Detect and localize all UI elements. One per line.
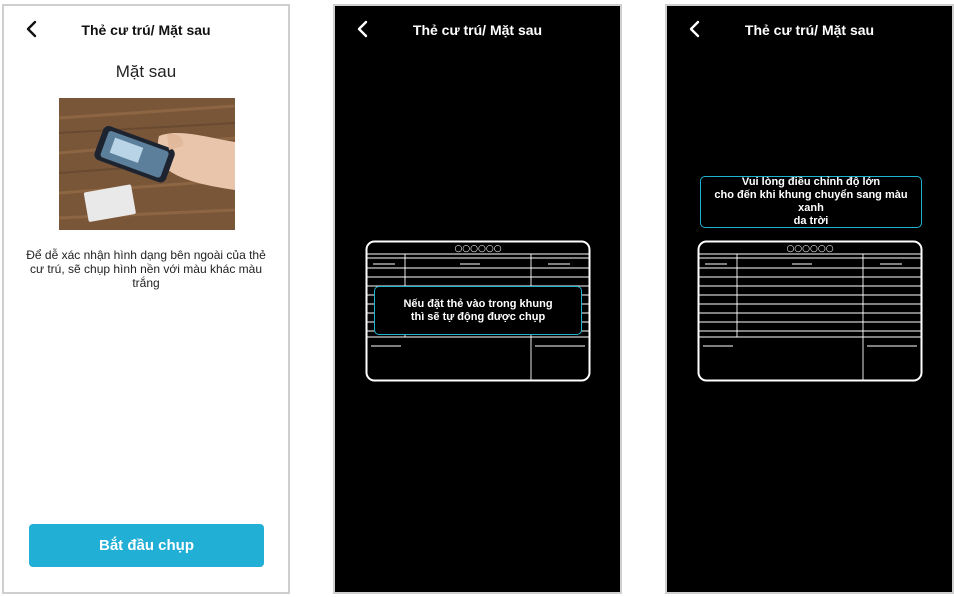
auto-capture-message: Nếu đặt thẻ vào trong khung thì sẽ tự độ… bbox=[374, 286, 582, 335]
header: Thẻ cư trú/ Mặt sau bbox=[335, 6, 620, 54]
card-frame: ○○○○○○ bbox=[697, 240, 923, 382]
camera-screen-hint: Thẻ cư trú/ Mặt sau ○○○○○○ Nếu đặt thẻ v… bbox=[333, 4, 622, 594]
header: Thẻ cư trú/ Mặt sau bbox=[4, 6, 288, 54]
page-title: Thẻ cư trú/ Mặt sau bbox=[81, 22, 211, 38]
section-subtitle: Mặt sau bbox=[115, 62, 177, 81]
card-code: ○○○○○○ bbox=[454, 244, 501, 254]
example-photo bbox=[59, 98, 235, 230]
page-title: Thẻ cư trú/ Mặt sau bbox=[744, 22, 875, 38]
adjust-size-message: Vui lòng điều chỉnh độ lớn cho đến khi k… bbox=[700, 176, 922, 228]
card-code: ○○○○○○ bbox=[786, 244, 833, 254]
instruction-screen: Thẻ cư trú/ Mặt sau Mặt sau Để dễ xác nh… bbox=[2, 4, 290, 594]
camera-screen-adjust: Thẻ cư trú/ Mặt sau Vui lòng điều chỉnh … bbox=[665, 4, 954, 594]
start-capture-button[interactable]: Bắt đầu chụp bbox=[29, 524, 264, 567]
instruction-text: Để dễ xác nhận hình dạng bên ngoài của t… bbox=[26, 248, 266, 290]
page-title: Thẻ cư trú/ Mặt sau bbox=[412, 22, 543, 38]
header: Thẻ cư trú/ Mặt sau bbox=[667, 6, 952, 54]
